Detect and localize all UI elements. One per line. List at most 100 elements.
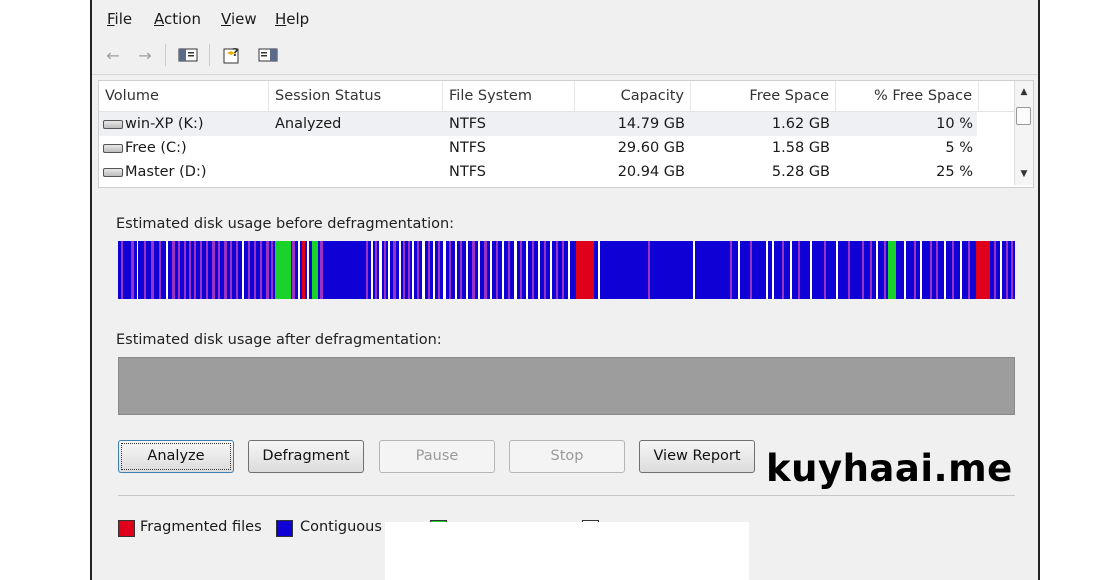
vertical-scrollbar[interactable]: ▲ ▼ bbox=[1014, 81, 1033, 185]
file-system: NTFS bbox=[449, 140, 486, 156]
session-status: Analyzed bbox=[275, 116, 342, 132]
volume-name: Master (D:) bbox=[125, 164, 207, 180]
disk-block-segment bbox=[292, 241, 295, 299]
scroll-up-icon[interactable]: ▲ bbox=[1015, 83, 1033, 101]
drive-icon bbox=[103, 167, 123, 177]
stop-button[interactable]: Stop bbox=[509, 440, 625, 473]
disk-block-segment bbox=[738, 241, 740, 299]
disk-block-segment bbox=[433, 241, 435, 299]
disk-block-segment bbox=[538, 241, 540, 299]
legend-fragmented-swatch bbox=[118, 520, 135, 537]
disk-block-segment bbox=[151, 241, 154, 299]
defragment-button[interactable]: Defragment bbox=[248, 440, 364, 473]
disk-block-segment bbox=[870, 241, 872, 299]
disk-block-segment bbox=[254, 241, 256, 299]
menu-help[interactable]: Help bbox=[275, 10, 309, 28]
column-header-free-space[interactable]: Free Space bbox=[691, 81, 836, 111]
disk-block-segment bbox=[236, 241, 238, 299]
column-header-pct-free-space[interactable]: % Free Space bbox=[836, 81, 979, 111]
drive-icon bbox=[103, 119, 123, 129]
menu-view[interactable]: View bbox=[221, 10, 257, 28]
disk-block-segment bbox=[556, 241, 558, 299]
disk-block-segment bbox=[275, 241, 291, 299]
disk-block-segment bbox=[271, 241, 273, 299]
column-header-session-status[interactable]: Session Status bbox=[269, 81, 443, 111]
scroll-thumb[interactable] bbox=[1016, 107, 1031, 125]
disk-usage-before-bar bbox=[118, 241, 1015, 299]
disk-block-segment bbox=[936, 241, 938, 299]
disk-block-segment bbox=[952, 241, 954, 299]
forward-arrow-icon[interactable]: → bbox=[134, 45, 156, 65]
disk-block-segment bbox=[648, 241, 650, 299]
disk-block-segment bbox=[408, 241, 410, 299]
disk-block-segment bbox=[888, 241, 896, 299]
table-row[interactable]: Master (D:) NTFS 20.94 GB 5.28 GB 25 % bbox=[99, 160, 977, 184]
scroll-down-icon[interactable]: ▼ bbox=[1015, 165, 1033, 183]
file-system: NTFS bbox=[449, 116, 486, 132]
capacity: 29.60 GB bbox=[617, 140, 685, 156]
disk-block-segment bbox=[403, 241, 405, 299]
menu-bar: File Action View Help bbox=[92, 0, 1038, 36]
disk-block-segment bbox=[568, 241, 570, 299]
disk-block-segment bbox=[166, 241, 168, 299]
volume-name: win-XP (K:) bbox=[125, 116, 204, 132]
menu-file[interactable]: File bbox=[107, 10, 132, 28]
disk-block-segment bbox=[496, 241, 498, 299]
disk-block-segment bbox=[976, 241, 990, 299]
table-row[interactable]: Free (C:) NTFS 29.60 GB 1.58 GB 5 % bbox=[99, 136, 977, 160]
disk-block-segment bbox=[576, 241, 594, 299]
disk-block-segment bbox=[172, 241, 175, 299]
view-report-button[interactable]: View Report bbox=[639, 440, 755, 473]
overlay-patch bbox=[385, 522, 749, 580]
disk-block-segment bbox=[218, 241, 220, 299]
help-icon[interactable]: ? bbox=[223, 45, 245, 65]
disk-block-segment bbox=[312, 241, 318, 299]
disk-block-segment bbox=[366, 241, 368, 299]
analyze-button[interactable]: Analyze bbox=[118, 440, 234, 473]
column-header-file-system[interactable]: File System bbox=[443, 81, 575, 111]
disk-block-segment bbox=[428, 241, 430, 299]
pause-button[interactable]: Pause bbox=[379, 440, 495, 473]
volume-list-header: Volume Session Status File System Capaci… bbox=[99, 81, 1015, 112]
menu-action[interactable]: Action bbox=[154, 10, 201, 28]
disk-block-segment bbox=[750, 241, 752, 299]
volume-name: Free (C:) bbox=[125, 140, 187, 156]
disk-block-segment bbox=[144, 241, 146, 299]
toolbar-separator bbox=[209, 44, 210, 66]
show-hide-console-tree-icon[interactable] bbox=[177, 45, 199, 65]
column-header-volume[interactable]: Volume bbox=[99, 81, 269, 111]
disk-block-segment bbox=[189, 241, 191, 299]
table-row[interactable]: win-XP (K:) Analyzed NTFS 14.79 GB 1.62 … bbox=[99, 112, 977, 136]
free-space: 1.62 GB bbox=[771, 116, 830, 132]
disk-block-segment bbox=[810, 241, 812, 299]
disk-block-segment bbox=[968, 241, 970, 299]
disk-block-segment bbox=[307, 241, 309, 299]
disk-block-segment bbox=[443, 241, 446, 299]
disk-defragmenter-window: File Action View Help ← → ? Volume Sessi… bbox=[90, 0, 1040, 580]
pct-free-space: 10 % bbox=[936, 116, 973, 132]
disk-block-segment bbox=[598, 241, 600, 299]
column-header-capacity[interactable]: Capacity bbox=[575, 81, 691, 111]
pct-free-space: 25 % bbox=[936, 164, 973, 180]
disk-block-segment bbox=[212, 241, 215, 299]
after-defrag-label: Estimated disk usage after defragmentati… bbox=[116, 332, 442, 348]
disk-block-segment bbox=[930, 241, 932, 299]
disk-block-segment bbox=[412, 241, 414, 299]
disk-block-segment bbox=[242, 241, 244, 299]
disk-block-segment bbox=[324, 241, 336, 299]
disk-block-segment bbox=[131, 241, 134, 299]
disk-block-segment bbox=[904, 241, 906, 299]
disk-block-segment bbox=[206, 241, 208, 299]
disk-block-segment bbox=[693, 241, 695, 299]
divider bbox=[118, 495, 1015, 496]
disk-block-segment bbox=[490, 241, 492, 299]
show-hide-action-pane-icon[interactable] bbox=[257, 45, 279, 65]
back-arrow-icon[interactable]: ← bbox=[102, 45, 124, 65]
disk-block-segment bbox=[944, 241, 946, 299]
disk-block-segment bbox=[730, 241, 732, 299]
disk-block-segment bbox=[472, 241, 475, 299]
disk-block-segment bbox=[994, 241, 996, 299]
toolbar-separator bbox=[165, 44, 166, 66]
disk-block-segment bbox=[393, 241, 396, 299]
disk-block-segment bbox=[388, 241, 390, 299]
